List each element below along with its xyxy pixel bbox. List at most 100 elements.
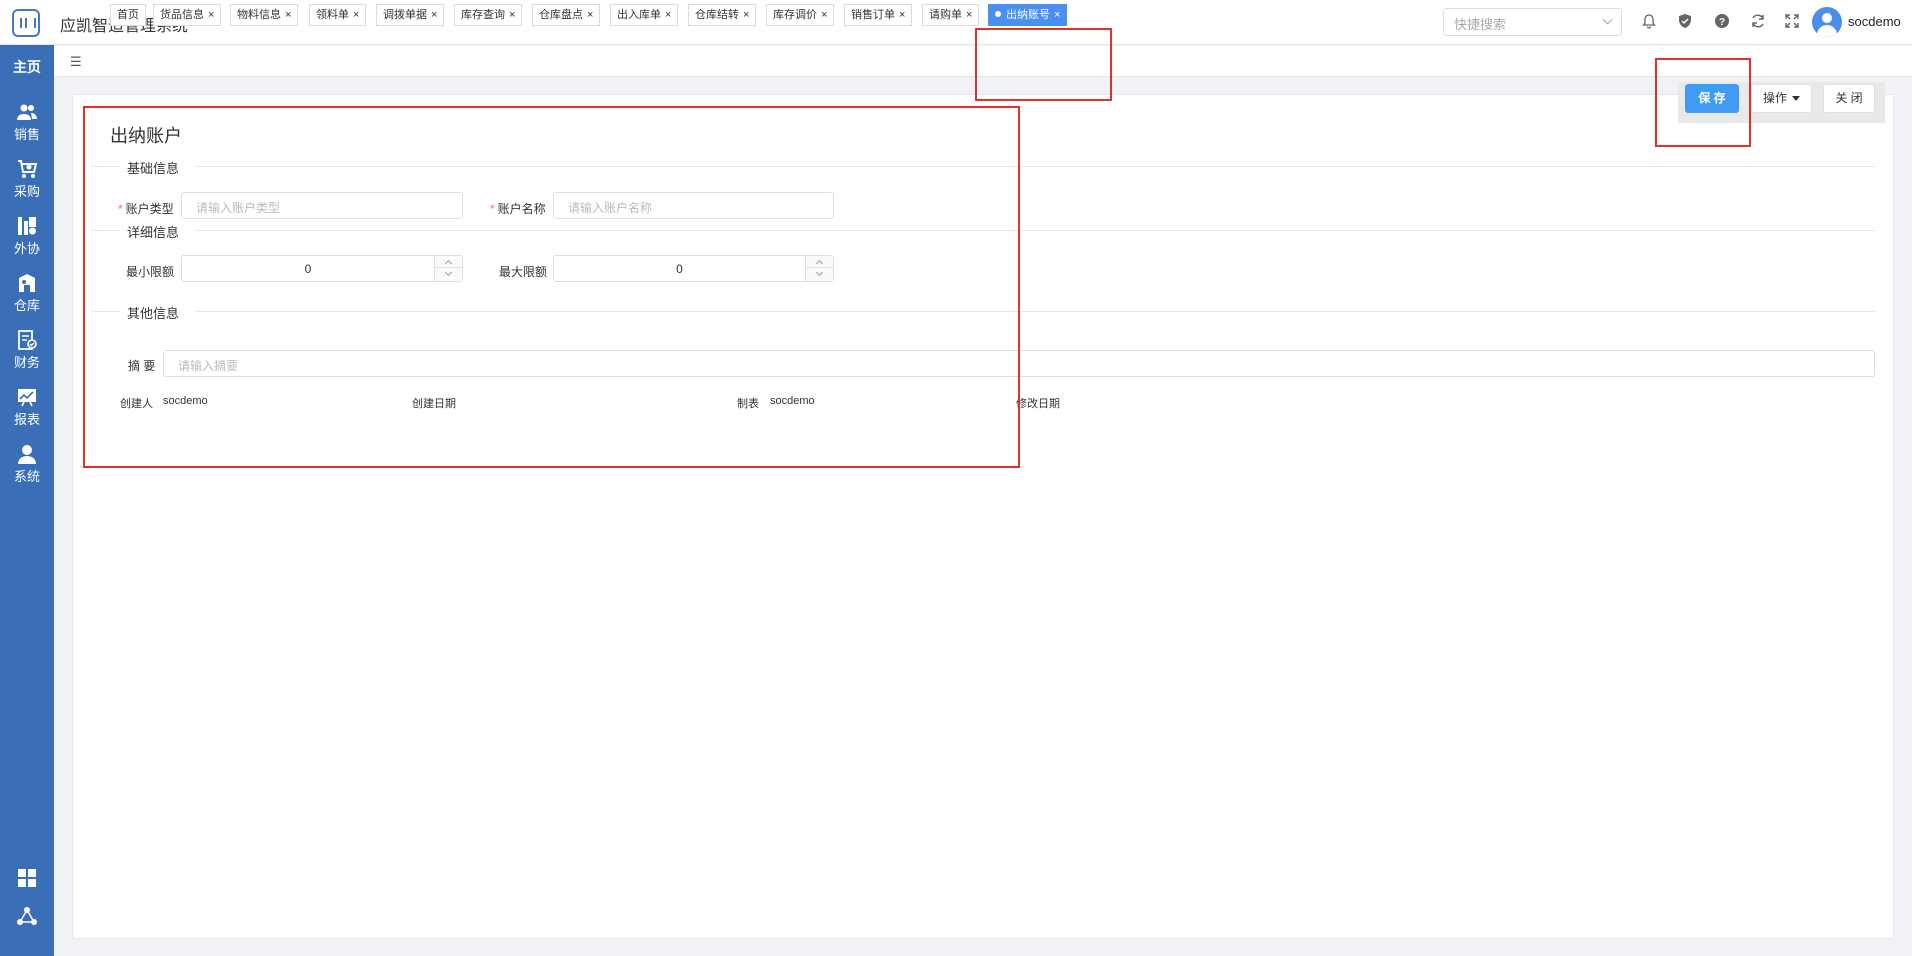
user-icon: [18, 445, 36, 464]
quick-search-placeholder: 快捷搜索: [1454, 17, 1507, 32]
menu-toggle-icon[interactable]: ☰: [70, 54, 82, 70]
close-button[interactable]: 关 闭: [1823, 84, 1875, 113]
close-icon[interactable]: ×: [821, 9, 827, 21]
account-name-input[interactable]: 请输入账户名称: [553, 192, 834, 219]
sidebar-item-label: 系统: [13, 469, 40, 484]
section-divider: [195, 166, 1875, 167]
help-icon[interactable]: ?: [1713, 13, 1731, 31]
sidebar: 主页 销售 采购 外协 仓库 财务 报表 系统: [0, 45, 54, 956]
created-date-label: 创建日期: [412, 398, 456, 410]
max-limit-label: 最大限额: [499, 265, 548, 279]
tab-inventory-check[interactable]: 仓库盘点 ×: [532, 4, 601, 26]
close-icon[interactable]: ×: [208, 9, 214, 21]
report-icon: [18, 389, 36, 407]
username[interactable]: socdemo: [1848, 14, 1901, 29]
close-icon[interactable]: ×: [1054, 9, 1060, 21]
tab-purchase-request[interactable]: 请购单 ×: [922, 4, 980, 26]
close-icon[interactable]: ×: [743, 9, 749, 21]
quick-search-select[interactable]: 快捷搜索: [1443, 8, 1622, 36]
operate-label: 操作: [1762, 91, 1787, 105]
section-divider: [92, 311, 120, 312]
outsource-icon: [18, 217, 36, 235]
tab-label: 仓库盘点: [539, 9, 583, 21]
sidebar-item-warehouse[interactable]: 仓库: [0, 272, 54, 314]
summary-input[interactable]: 请输入摘要: [163, 350, 1875, 377]
increment-button[interactable]: [806, 256, 833, 268]
tab-sales-order[interactable]: 销售订单 ×: [844, 4, 913, 26]
sidebar-item-home[interactable]: 主页: [0, 57, 54, 77]
account-type-label: * 账户类型: [118, 200, 174, 217]
sidebar-item-report[interactable]: 报表: [0, 386, 54, 428]
sidebar-item-system[interactable]: 系统: [0, 443, 54, 485]
form-title: 出纳账户: [110, 126, 182, 146]
bell-icon[interactable]: [1640, 13, 1658, 31]
decrement-button[interactable]: [435, 268, 462, 280]
tab-transfer-doc[interactable]: 调拨单据 ×: [376, 4, 445, 26]
close-icon[interactable]: ×: [966, 9, 972, 21]
tab-stock-query[interactable]: 库存查询 ×: [454, 4, 523, 26]
sidebar-item-outsource[interactable]: 外协: [0, 215, 54, 257]
close-icon[interactable]: ×: [899, 9, 905, 21]
close-icon[interactable]: ×: [353, 9, 359, 21]
finance-icon: [18, 330, 37, 350]
tab-label: 请购单: [929, 9, 962, 21]
maker-value: socdemo: [770, 395, 815, 407]
decrement-button[interactable]: [806, 268, 833, 280]
tab-material-info[interactable]: 物料信息 ×: [230, 4, 299, 26]
close-icon[interactable]: ×: [431, 9, 437, 21]
maker-label: 制表: [737, 398, 759, 410]
sidebar-share-button[interactable]: [0, 905, 54, 927]
close-icon[interactable]: ×: [587, 9, 593, 21]
sidebar-item-purchase[interactable]: 采购: [0, 158, 54, 200]
chevron-down-icon: [1602, 14, 1613, 25]
close-icon[interactable]: ×: [509, 9, 515, 21]
max-limit-stepper[interactable]: 0: [553, 255, 834, 282]
min-limit-label: 最小限额: [126, 265, 175, 279]
tab-picking-list[interactable]: 领料单 ×: [309, 4, 367, 26]
tab-warehouse-carryover[interactable]: 仓库结转 ×: [688, 4, 757, 26]
sidebar-item-label: 销售: [13, 127, 40, 142]
sidebar-item-sales[interactable]: 销售: [0, 101, 54, 143]
share-icon: [17, 907, 37, 925]
close-icon[interactable]: ×: [285, 9, 291, 21]
users-icon: [17, 104, 37, 120]
tab-price-adjust[interactable]: 库存调价 ×: [766, 4, 835, 26]
tab-label: 出入库单: [617, 9, 661, 21]
account-name-placeholder: 请输入账户名称: [568, 201, 653, 215]
increment-button[interactable]: [435, 256, 462, 268]
required-marker: *: [118, 202, 123, 216]
account-type-placeholder: 请输入账户类型: [196, 201, 281, 215]
account-type-input[interactable]: 请输入账户类型: [181, 192, 463, 219]
refresh-icon[interactable]: [1749, 13, 1767, 31]
sidebar-grid-button[interactable]: [0, 867, 54, 889]
summary-placeholder: 请输入摘要: [178, 359, 239, 373]
save-button[interactable]: 保 存: [1685, 84, 1739, 113]
tab-label: 首页: [117, 9, 139, 21]
min-limit-stepper[interactable]: 0: [181, 255, 463, 282]
section-divider: [92, 166, 120, 167]
account-name-label-text: 账户名称: [497, 202, 546, 216]
close-icon[interactable]: ×: [665, 9, 671, 21]
tab-label: 出纳账号: [1006, 9, 1050, 21]
section-divider: [92, 230, 120, 231]
tab-home[interactable]: 首页: [110, 4, 146, 26]
section-divider: [195, 230, 1875, 231]
summary-label: 摘 要: [128, 359, 156, 373]
tab-goods-info[interactable]: 货品信息 ×: [153, 4, 222, 26]
fullscreen-icon[interactable]: [1783, 13, 1801, 31]
caret-down-icon: [1792, 96, 1800, 101]
section-divider: [195, 311, 1875, 312]
min-limit-spinner: [434, 256, 462, 281]
tab-in-out-doc[interactable]: 出入库单 ×: [610, 4, 679, 26]
shield-icon[interactable]: [1676, 13, 1694, 31]
tab-cashier-account[interactable]: 出纳账号 ×: [988, 4, 1068, 26]
section-detail-title: 详细信息: [127, 225, 180, 240]
sidebar-item-finance[interactable]: 财务: [0, 329, 54, 371]
cart-icon: [18, 160, 38, 178]
section-other-title: 其他信息: [127, 306, 180, 321]
max-limit-spinner: [805, 256, 833, 281]
account-name-label: * 账户名称: [490, 200, 546, 217]
svg-text:?: ?: [1719, 17, 1725, 28]
operate-dropdown-button[interactable]: 操作: [1751, 84, 1812, 113]
avatar[interactable]: [1812, 7, 1842, 37]
